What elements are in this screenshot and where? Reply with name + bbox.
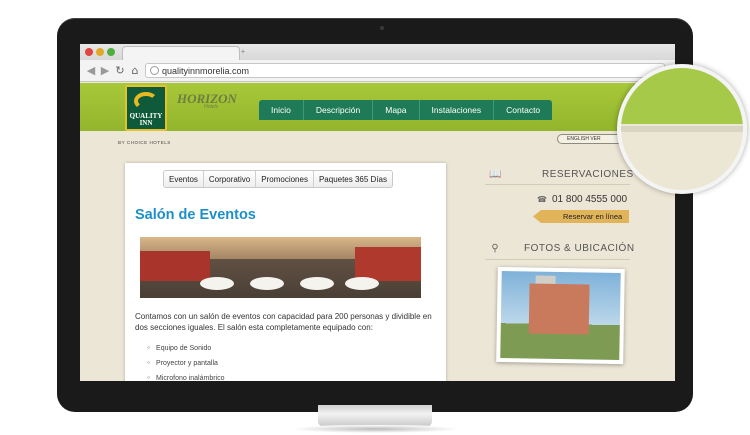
quality-inn-logo[interactable]: QUALITY INN [125, 85, 167, 131]
logo-text: QUALITY INN [129, 112, 163, 127]
browser-toolbar: ◀ ▶ ↻ ⌂ qualityinnmorelia.com [80, 60, 675, 82]
stand-shadow [290, 425, 460, 433]
divider [485, 184, 630, 185]
phone-number[interactable]: 01 800 4555 000 [552, 194, 627, 205]
close-window-icon[interactable] [85, 48, 93, 56]
hotel-photo-thumbnail[interactable] [496, 266, 625, 365]
content-tabs: Eventos Corporativo Promociones Paquetes… [163, 170, 393, 188]
tab-corporativo[interactable]: Corporativo [204, 171, 257, 187]
book-online-button[interactable]: Reservar en línea [533, 210, 629, 223]
phone-icon: ☎ [537, 195, 547, 204]
language-toggle[interactable]: ENGLISH VER [557, 134, 623, 144]
photos-location-title: FOTOS & UBICACIÓN [524, 243, 635, 254]
choice-hotels-tagline: BY CHOICE HOTELS [118, 140, 171, 145]
divider [485, 259, 630, 260]
list-item: Microfono inalámbrico [147, 371, 224, 381]
minimize-window-icon[interactable] [96, 48, 104, 56]
event-description: Contamos con un salón de eventos con cap… [135, 312, 432, 332]
reservations-title: RESERVACIONES [542, 169, 634, 180]
main-nav: Inicio Descripción Mapa Instalaciones Co… [259, 100, 553, 120]
reload-icon[interactable]: ↻ [114, 64, 126, 77]
site-header: QUALITY INN HORIZON Hotels Inicio Descri… [80, 83, 675, 131]
home-icon[interactable]: ⌂ [129, 64, 141, 77]
tab-promociones[interactable]: Promociones [256, 171, 314, 187]
nav-item-contacto[interactable]: Contacto [494, 100, 552, 120]
page-title: Salón de Eventos [135, 207, 256, 223]
new-tab-icon[interactable]: + [238, 47, 248, 57]
nav-item-mapa[interactable]: Mapa [373, 100, 420, 120]
globe-icon [150, 66, 159, 75]
list-item: Equipo de Sonido [147, 341, 225, 356]
horizon-logo-sub: Hotels [204, 104, 219, 110]
tab-eventos[interactable]: Eventos [164, 171, 204, 187]
event-hall-photo [140, 237, 421, 298]
magnifier-lens [617, 64, 747, 194]
nav-item-instalaciones[interactable]: Instalaciones [420, 100, 495, 120]
browser-tab-bar: + [80, 44, 675, 60]
web-page: QUALITY INN HORIZON Hotels Inicio Descri… [80, 83, 675, 381]
location-pin-icon: ⚲ [491, 243, 499, 254]
content-card: Eventos Corporativo Promociones Paquetes… [125, 163, 446, 381]
address-bar[interactable]: qualityinnmorelia.com [145, 63, 665, 78]
nav-item-inicio[interactable]: Inicio [259, 100, 304, 120]
equipment-list: Equipo de Sonido Proyector y pantalla Mi… [147, 341, 225, 381]
monitor-stand [318, 405, 432, 427]
apple-logo-icon [369, 389, 381, 403]
url-text: qualityinnmorelia.com [162, 66, 250, 76]
tab-paquetes[interactable]: Paquetes 365 Días [314, 171, 392, 187]
back-icon[interactable]: ◀ [85, 64, 97, 77]
nav-item-descripcion[interactable]: Descripción [304, 100, 374, 120]
browser-tab[interactable] [122, 46, 240, 60]
maximize-window-icon[interactable] [107, 48, 115, 56]
forward-icon[interactable]: ▶ [99, 64, 111, 77]
book-icon: 📖 [489, 169, 502, 180]
browser-window: + ◀ ▶ ↻ ⌂ qualityinnmorelia.com QUALITY … [80, 44, 675, 381]
stage: + ◀ ▶ ↻ ⌂ qualityinnmorelia.com QUALITY … [0, 0, 750, 435]
list-item: Proyector y pantalla [147, 356, 225, 371]
camera-dot [380, 26, 384, 30]
logo-swirl-icon [134, 92, 158, 110]
